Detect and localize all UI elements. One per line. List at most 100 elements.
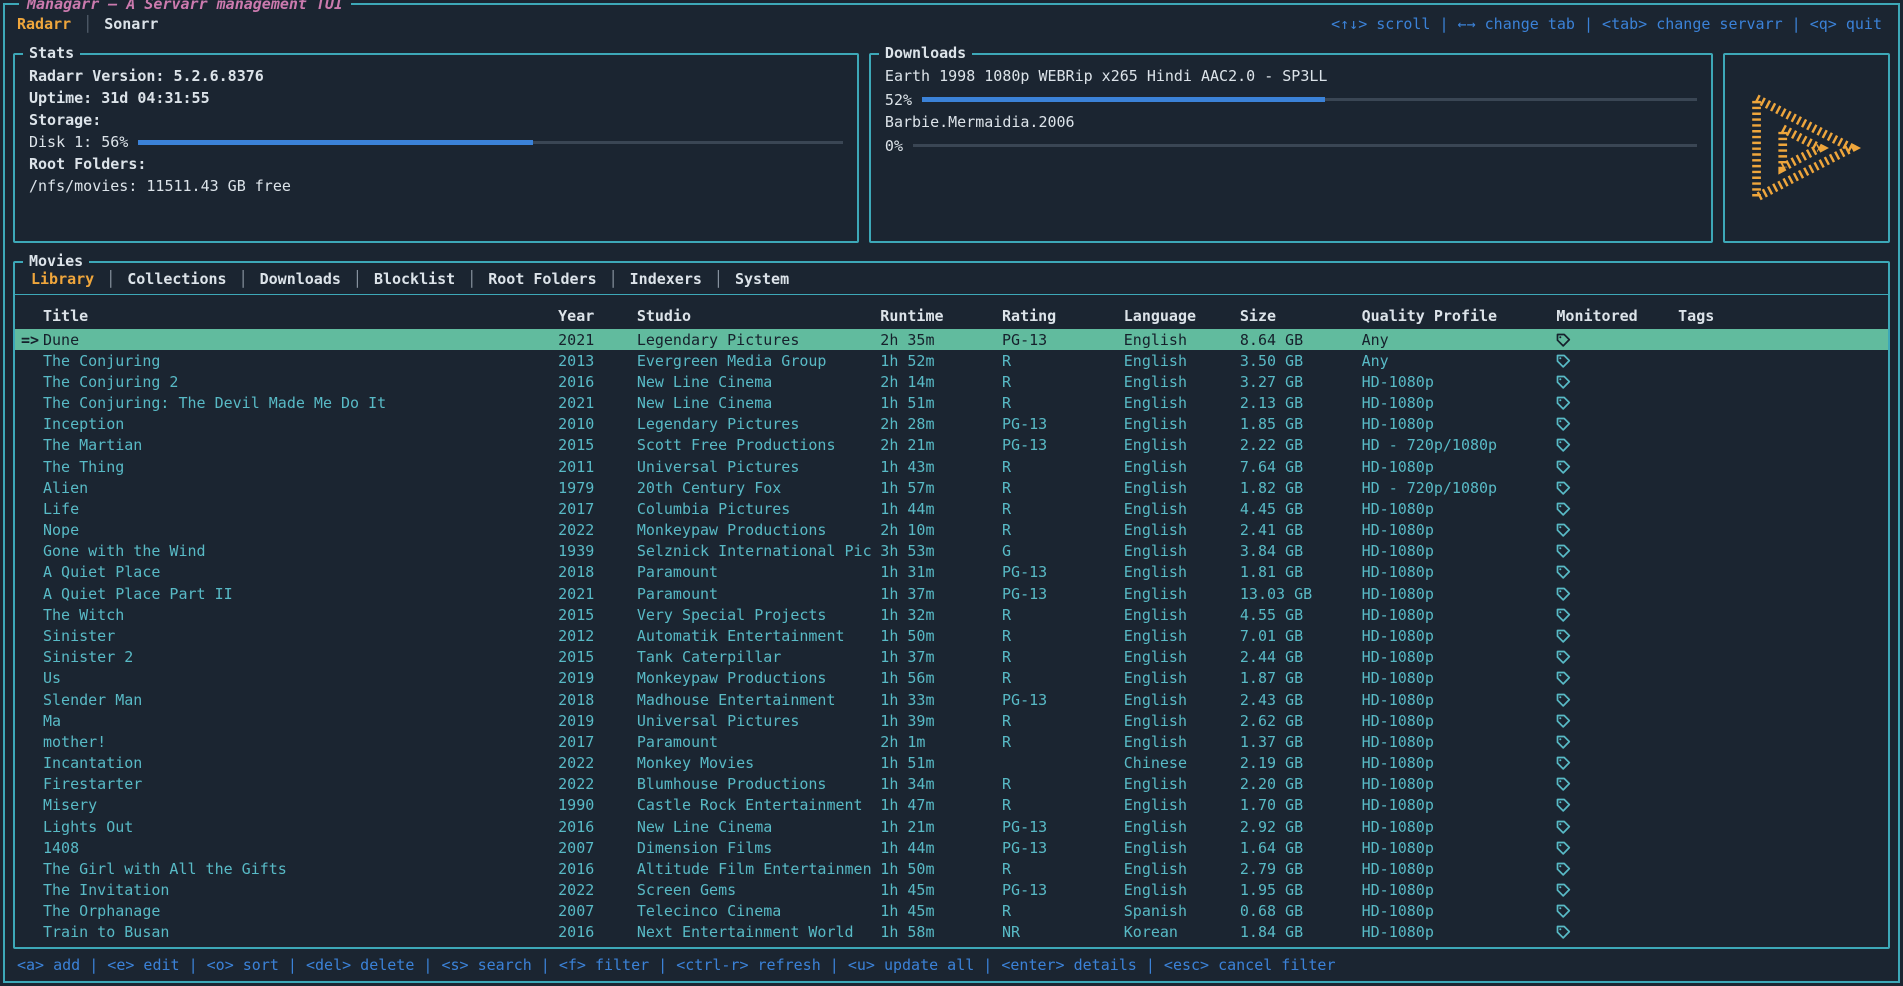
- movie-title-text: 1408: [43, 839, 79, 857]
- cell-monitored: [1556, 352, 1678, 370]
- movie-title-text: Gone with the Wind: [43, 542, 206, 560]
- cell-year: 2016: [558, 860, 637, 878]
- table-row[interactable]: Slender Man2018Madhouse Entertainment1h …: [15, 689, 1888, 710]
- cell-monitored: [1556, 458, 1678, 476]
- table-row[interactable]: The Martian2015Scott Free Productions2h …: [15, 435, 1888, 456]
- table-row[interactable]: The Conjuring: The Devil Made Me Do It20…: [15, 393, 1888, 414]
- cell-studio: Altitude Film Entertainmen: [637, 860, 880, 878]
- cell-year: 2017: [558, 733, 637, 751]
- cell-rating: R: [1002, 796, 1124, 814]
- monitored-tag-icon: [1556, 650, 1571, 665]
- cell-monitored: [1556, 839, 1678, 857]
- servarr-tab-radarr[interactable]: Radarr: [17, 15, 71, 33]
- tab-collections[interactable]: Collections: [115, 270, 238, 288]
- uptime-value: 31d 04:31:55: [101, 89, 209, 107]
- cell-rating: R: [1002, 352, 1124, 370]
- cell-title: Life: [15, 500, 558, 518]
- tab-system[interactable]: System: [723, 270, 801, 288]
- cell-studio: Monkey Movies: [637, 754, 880, 772]
- table-row[interactable]: The Girl with All the Gifts2016Altitude …: [15, 858, 1888, 879]
- cell-runtime: 1h 37m: [880, 648, 1002, 666]
- cell-monitored: [1556, 331, 1678, 349]
- monitored-tag-icon: [1556, 375, 1571, 390]
- cell-runtime: 2h 21m: [880, 436, 1002, 454]
- table-row[interactable]: Lights Out2016New Line Cinema1h 21mPG-13…: [15, 816, 1888, 837]
- cell-studio: New Line Cinema: [637, 818, 880, 836]
- movie-title-text: Incantation: [43, 754, 142, 772]
- table-row[interactable]: Train to Busan2016Next Entertainment Wor…: [15, 922, 1888, 943]
- cell-monitored: [1556, 521, 1678, 539]
- cell-year: 2016: [558, 923, 637, 941]
- cell-language: English: [1124, 775, 1240, 793]
- table-row[interactable]: The Orphanage2007Telecinco Cinema1h 45mR…: [15, 901, 1888, 922]
- cell-quality-profile: HD-1080p: [1362, 733, 1557, 751]
- header-keybind-hints: <↑↓> scroll | ←→ change tab | <tab> chan…: [1331, 15, 1882, 33]
- cell-size: 7.01 GB: [1240, 627, 1362, 645]
- cell-quality-profile: Any: [1362, 331, 1557, 349]
- cell-size: 13.03 GB: [1240, 585, 1362, 603]
- cell-size: 4.45 GB: [1240, 500, 1362, 518]
- cell-runtime: 1h 51m: [880, 754, 1002, 772]
- cell-quality-profile: HD-1080p: [1362, 458, 1557, 476]
- table-row[interactable]: Misery1990Castle Rock Entertainment1h 47…: [15, 795, 1888, 816]
- cell-quality-profile: HD-1080p: [1362, 606, 1557, 624]
- movie-title-text: Alien: [43, 479, 88, 497]
- cell-runtime: 1h 45m: [880, 881, 1002, 899]
- cell-runtime: 1h 52m: [880, 352, 1002, 370]
- table-row[interactable]: Nope2022Monkeypaw Productions2h 10mREngl…: [15, 520, 1888, 541]
- cell-year: 2021: [558, 331, 637, 349]
- table-row[interactable]: Life2017Columbia Pictures1h 44mREnglish4…: [15, 498, 1888, 519]
- cell-language: English: [1124, 521, 1240, 539]
- cell-title: =>Dune: [15, 331, 558, 349]
- cell-size: 1.37 GB: [1240, 733, 1362, 751]
- cell-size: 2.13 GB: [1240, 394, 1362, 412]
- movie-title-text: Us: [43, 669, 61, 687]
- cell-quality-profile: HD-1080p: [1362, 521, 1557, 539]
- table-row[interactable]: The Thing2011Universal Pictures1h 43mREn…: [15, 456, 1888, 477]
- table-row[interactable]: Incantation2022Monkey Movies1h 51mChines…: [15, 752, 1888, 773]
- tab-indexers[interactable]: Indexers: [618, 270, 714, 288]
- cell-year: 2022: [558, 775, 637, 793]
- table-row[interactable]: mother!2017Paramount2h 1mREnglish1.37 GB…: [15, 731, 1888, 752]
- cell-monitored: [1556, 775, 1678, 793]
- cell-rating: R: [1002, 648, 1124, 666]
- cell-monitored: [1556, 479, 1678, 497]
- cell-language: English: [1124, 881, 1240, 899]
- cell-monitored: [1556, 923, 1678, 941]
- cell-rating: G: [1002, 542, 1124, 560]
- cell-studio: Paramount: [637, 733, 880, 751]
- cell-monitored: [1556, 796, 1678, 814]
- tab-root-folders[interactable]: Root Folders: [476, 270, 608, 288]
- table-row[interactable]: =>Dune2021Legendary Pictures2h 35mPG-13E…: [15, 329, 1888, 350]
- table-row[interactable]: Firestarter2022Blumhouse Productions1h 3…: [15, 774, 1888, 795]
- cell-studio: Legendary Pictures: [637, 415, 880, 433]
- movies-table: TitleYearStudioRuntimeRatingLanguageSize…: [15, 295, 1888, 947]
- cell-monitored: [1556, 712, 1678, 730]
- table-row[interactable]: The Conjuring 22016New Line Cinema2h 14m…: [15, 371, 1888, 392]
- cell-year: 2022: [558, 881, 637, 899]
- table-row[interactable]: A Quiet Place Part II2021Paramount1h 37m…: [15, 583, 1888, 604]
- table-row[interactable]: Ma2019Universal Pictures1h 39mREnglish2.…: [15, 710, 1888, 731]
- table-row[interactable]: The Witch2015Very Special Projects1h 32m…: [15, 604, 1888, 625]
- cell-quality-profile: HD-1080p: [1362, 500, 1557, 518]
- table-row[interactable]: Gone with the Wind1939Selznick Internati…: [15, 541, 1888, 562]
- servarr-tab-sonarr[interactable]: Sonarr: [104, 15, 158, 33]
- table-row[interactable]: A Quiet Place2018Paramount1h 31mPG-13Eng…: [15, 562, 1888, 583]
- movie-title-text: The Orphanage: [43, 902, 160, 920]
- cell-language: English: [1124, 796, 1240, 814]
- column-header-rating: Rating: [1002, 307, 1124, 325]
- table-row[interactable]: Sinister2012Automatik Entertainment1h 50…: [15, 625, 1888, 646]
- table-row[interactable]: The Invitation2022Screen Gems1h 45mPG-13…: [15, 879, 1888, 900]
- cell-language: Chinese: [1124, 754, 1240, 772]
- table-row[interactable]: Us2019Monkeypaw Productions1h 56mREnglis…: [15, 668, 1888, 689]
- tab-library[interactable]: Library: [19, 270, 106, 288]
- table-row[interactable]: Inception2010Legendary Pictures2h 28mPG-…: [15, 414, 1888, 435]
- cell-runtime: 1h 44m: [880, 839, 1002, 857]
- table-row[interactable]: Alien197920th Century Fox1h 57mREnglish1…: [15, 477, 1888, 498]
- table-row[interactable]: 14082007Dimension Films1h 44mPG-13Englis…: [15, 837, 1888, 858]
- table-row[interactable]: Sinister 22015Tank Caterpillar1h 37mREng…: [15, 647, 1888, 668]
- cell-size: 2.43 GB: [1240, 691, 1362, 709]
- table-row[interactable]: The Conjuring2013Evergreen Media Group1h…: [15, 350, 1888, 371]
- tab-downloads[interactable]: Downloads: [248, 270, 353, 288]
- tab-blocklist[interactable]: Blocklist: [362, 270, 467, 288]
